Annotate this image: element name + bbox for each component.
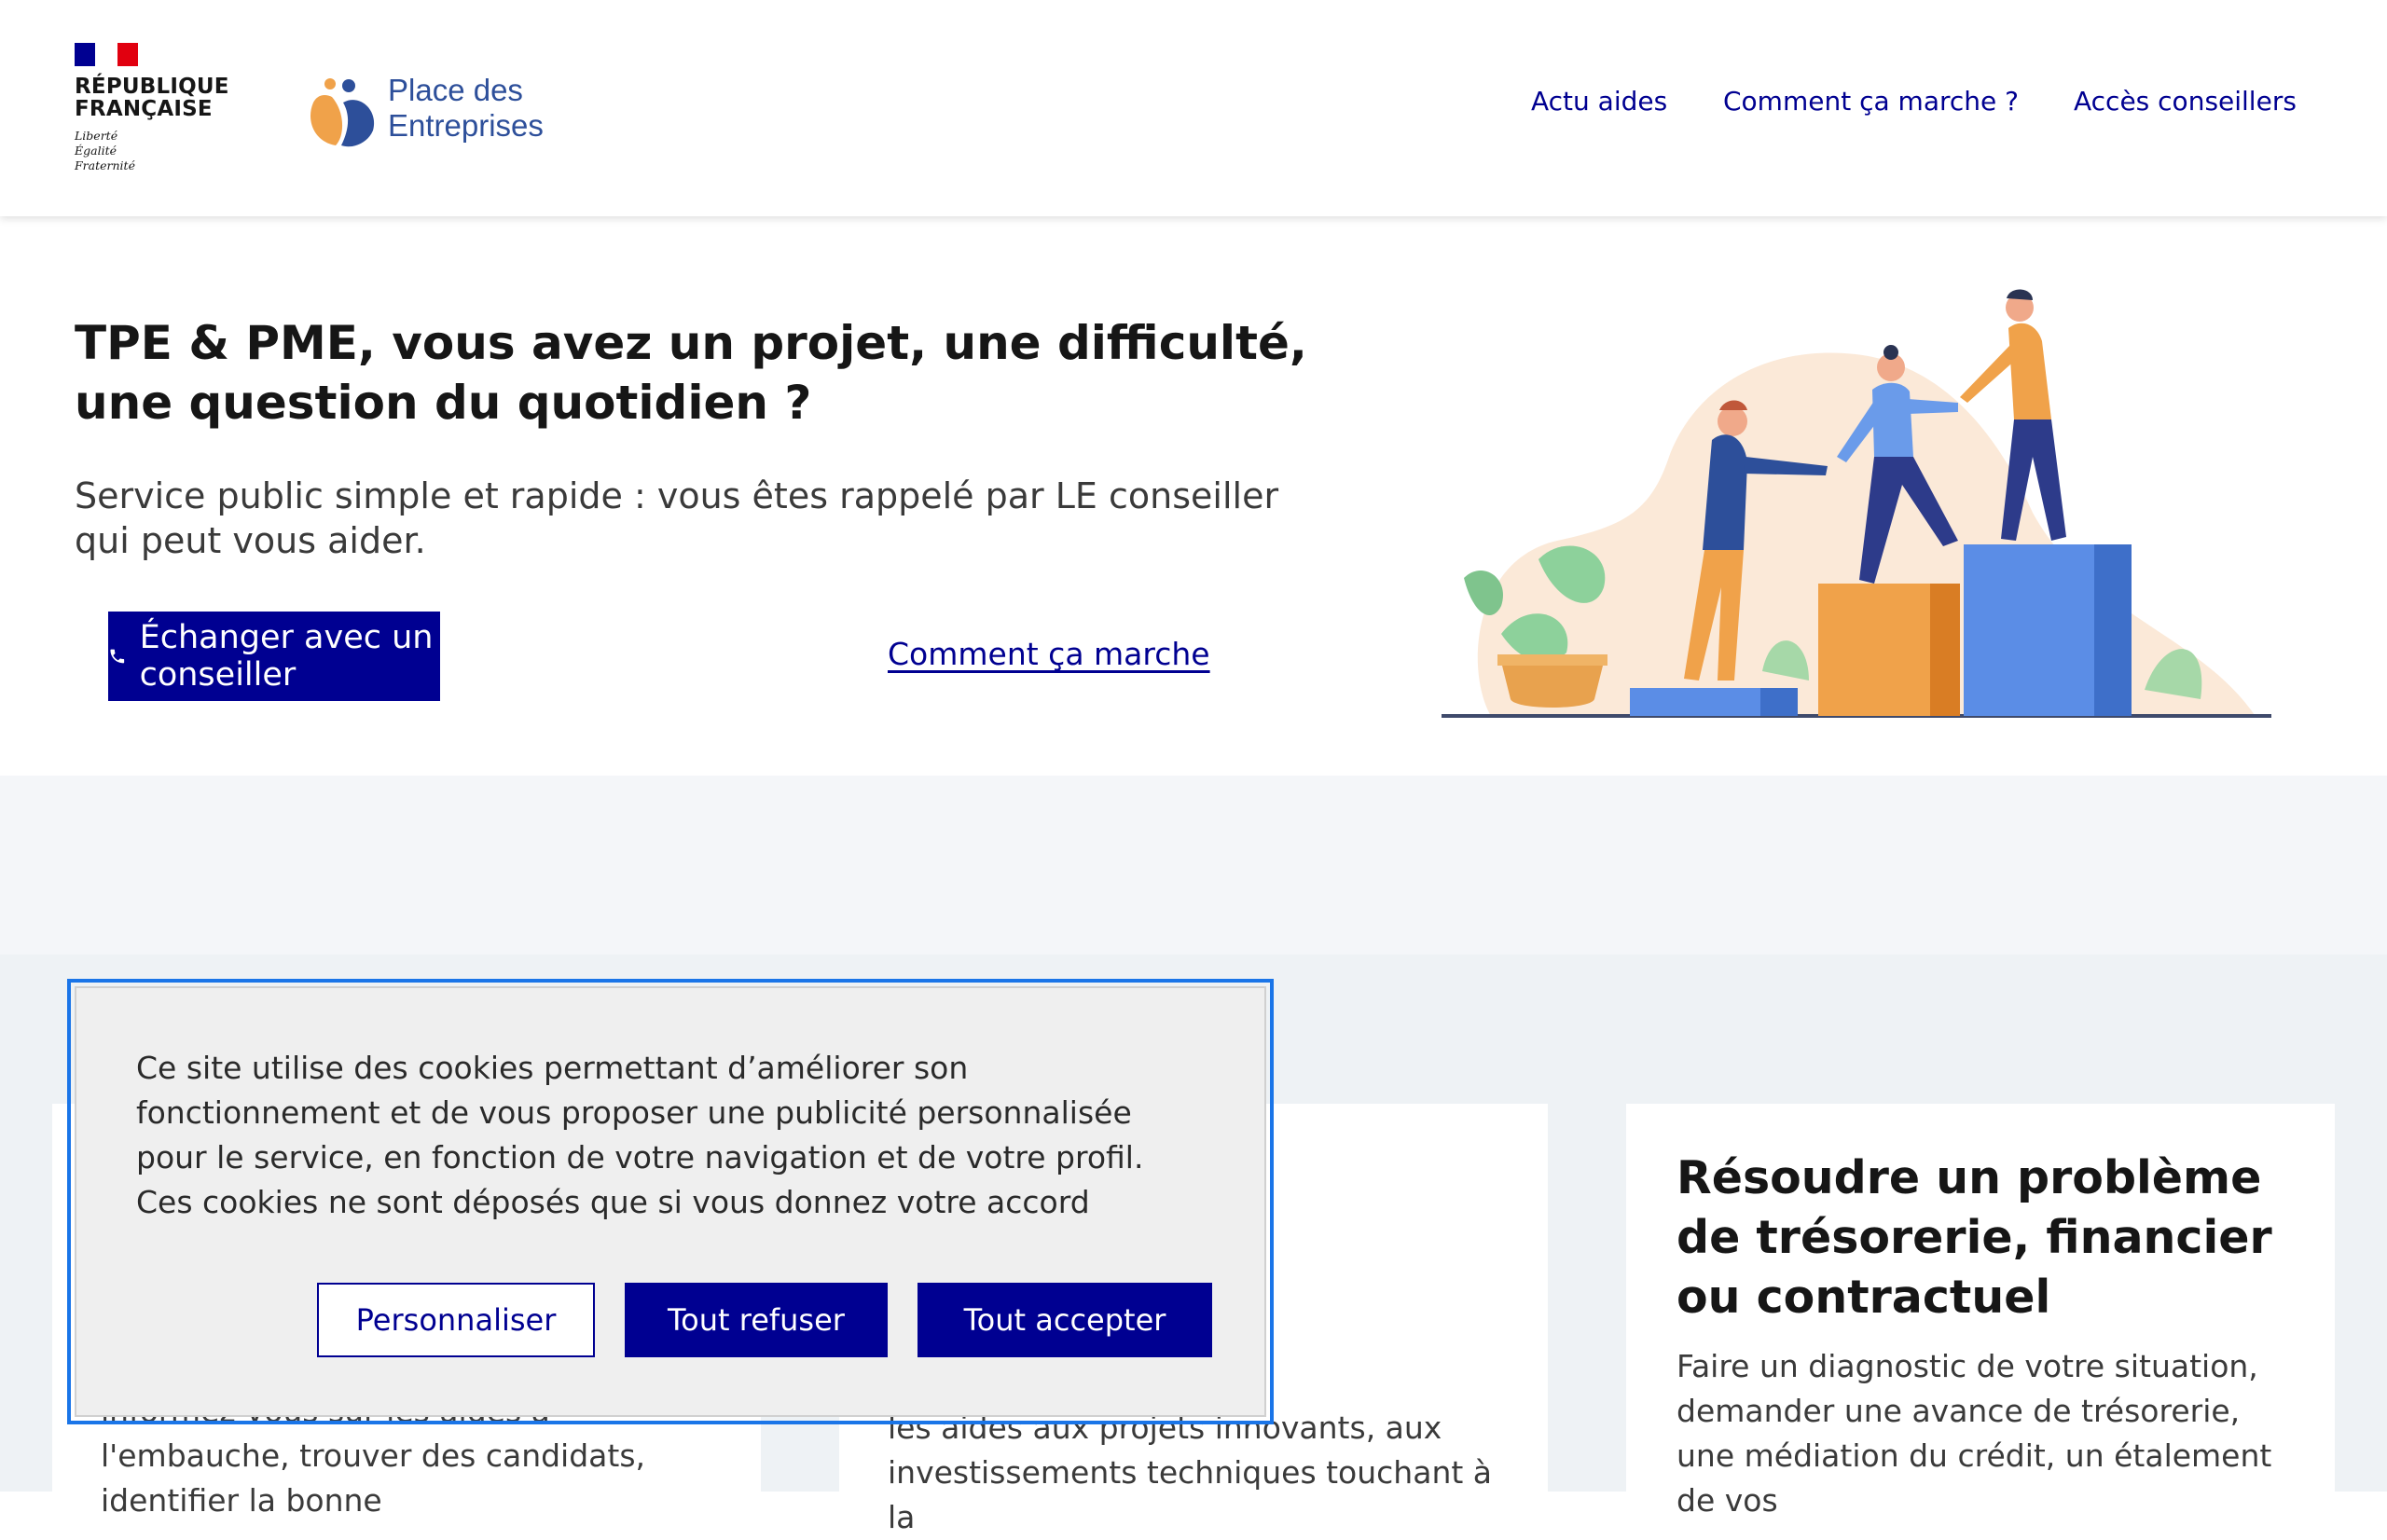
how-it-works-link[interactable]: Comment ça marche	[888, 636, 1210, 672]
card-text: Faire un diagnostic de votre situation, …	[1676, 1348, 2272, 1519]
hero-subtitle: Service public simple et rapide : vous ê…	[75, 475, 1279, 561]
section-band	[0, 776, 2387, 955]
brand-name: Place des Entreprises	[388, 73, 544, 143]
republique-francaise-logo[interactable]: RÉPUBLIQUE FRANÇAISE Liberté Égalité Fra…	[75, 43, 242, 183]
cookie-banner: Ce site utilise des cookies permettant d…	[75, 986, 1266, 1417]
phone-icon	[110, 649, 125, 664]
republic-line2: FRANÇAISE	[75, 97, 213, 121]
card-treasury[interactable]: Résoudre un problème de trésorerie, fina…	[1626, 1104, 2335, 1519]
cookie-accept-all-button[interactable]: Tout accepter	[918, 1283, 1212, 1357]
cookie-message: Ce site utilise des cookies permettant d…	[136, 1050, 1144, 1220]
french-flag-icon	[75, 43, 138, 66]
hero-illustration	[1442, 289, 2271, 718]
brand-mark-icon	[310, 78, 375, 147]
nav-actu-aides[interactable]: Actu aides	[1531, 86, 1667, 117]
hero-title: TPE & PME, vous avez un projet, une diff…	[75, 316, 1307, 430]
place-des-entreprises-logo[interactable]: Place des Entreprises	[304, 71, 556, 155]
nav-acces-conseillers[interactable]: Accès conseillers	[2074, 86, 2297, 117]
cookie-refuse-all-button[interactable]: Tout refuser	[625, 1283, 888, 1357]
contact-advisor-label: Échanger avec un conseiller	[139, 619, 434, 694]
contact-advisor-button[interactable]: Échanger avec un conseiller	[108, 612, 440, 701]
site-header: RÉPUBLIQUE FRANÇAISE Liberté Égalité Fra…	[0, 0, 2387, 216]
nav-comment-ca-marche[interactable]: Comment ça marche ?	[1723, 86, 2019, 117]
cookie-customize-button[interactable]: Personnaliser	[317, 1283, 595, 1357]
republic-motto: Liberté Égalité Fraternité	[75, 129, 135, 172]
republic-line1: RÉPUBLIQUE	[75, 75, 229, 99]
card-title: Résoudre un problème de trésorerie, fina…	[1676, 1151, 2272, 1324]
